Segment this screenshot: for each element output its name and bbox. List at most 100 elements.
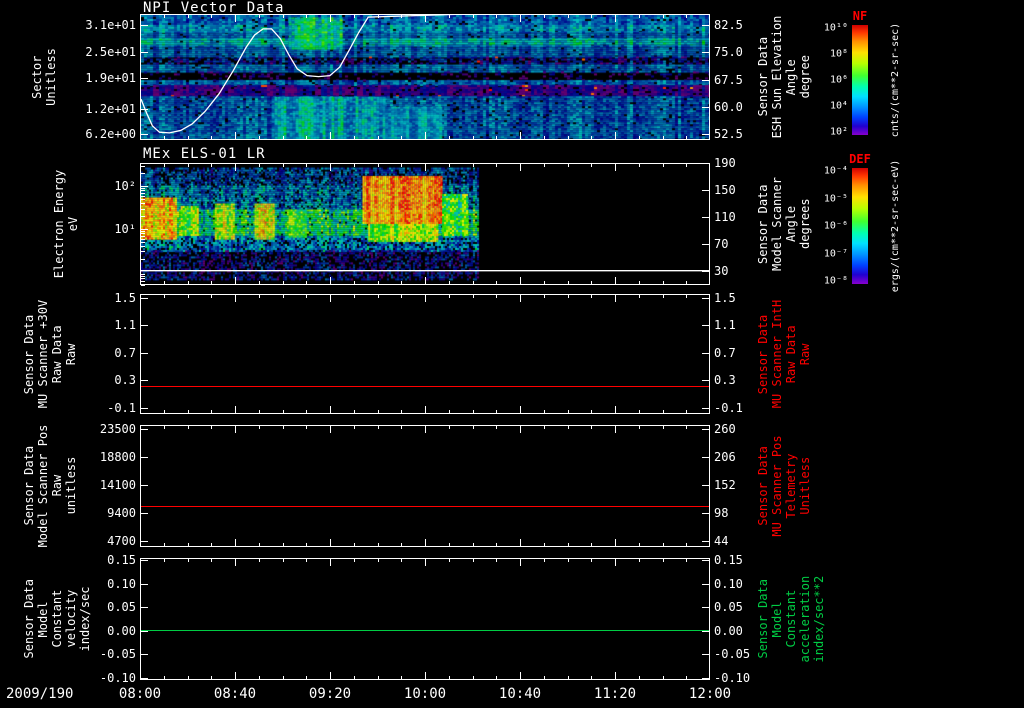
y-tick-mark bbox=[702, 540, 709, 542]
x-tick-mark bbox=[662, 410, 664, 413]
x-tick-mark bbox=[306, 136, 308, 139]
x-tick-mark bbox=[401, 543, 403, 546]
x-tick-mark bbox=[686, 410, 688, 413]
x-tick-mark bbox=[591, 426, 593, 429]
x-tick-mark bbox=[448, 543, 450, 546]
colorbar-def-gradient bbox=[852, 168, 868, 284]
esh-sun-elevation-overlay-line bbox=[141, 15, 456, 134]
x-tick-mark bbox=[401, 281, 403, 284]
x-tick-mark bbox=[543, 281, 545, 284]
x-tick-mark bbox=[306, 559, 308, 562]
x-tick-mark bbox=[258, 543, 260, 546]
x-tick-mark bbox=[306, 295, 308, 298]
x-tick-mark bbox=[425, 277, 426, 284]
scanner-angle-overlay-line bbox=[141, 270, 709, 272]
x-tick-mark bbox=[211, 543, 213, 546]
x-tick-mark bbox=[425, 406, 426, 413]
x-tick-mark bbox=[686, 164, 688, 167]
y-tick-mark bbox=[702, 456, 709, 458]
x-tick-mark bbox=[472, 136, 474, 139]
y-minor-tick-mark bbox=[141, 275, 145, 277]
x-tick-mark bbox=[567, 281, 569, 284]
x-tick-mark bbox=[425, 164, 426, 171]
y-tick-label: 110 bbox=[714, 210, 736, 225]
x-tick-mark bbox=[567, 410, 569, 413]
x-tick-mark bbox=[520, 672, 521, 679]
x-tick-mark bbox=[211, 410, 213, 413]
y-tick-label: -0.10 bbox=[99, 670, 136, 685]
y-tick-label: 1.1 bbox=[114, 318, 136, 333]
x-tick-mark bbox=[330, 132, 331, 139]
x-tick-mark bbox=[187, 676, 189, 679]
y-tick-label: -0.05 bbox=[714, 647, 751, 662]
x-tick-mark bbox=[235, 672, 236, 679]
x-tick-mark bbox=[163, 15, 165, 18]
x-tick-mark bbox=[520, 164, 521, 171]
y-tick-label: 0.00 bbox=[107, 623, 136, 638]
y-minor-tick-mark bbox=[141, 216, 145, 218]
x-tick-mark bbox=[425, 15, 426, 22]
y-minor-tick-mark bbox=[141, 173, 145, 175]
x-tick-mark bbox=[448, 164, 450, 167]
x-tick-mark bbox=[662, 164, 664, 167]
y-tick-mark bbox=[702, 677, 709, 679]
x-tick-mark bbox=[448, 15, 450, 18]
x-tick-mark bbox=[472, 15, 474, 18]
plot-panel-2 bbox=[140, 163, 710, 285]
x-tick-mark bbox=[520, 406, 521, 413]
x-tick-mark bbox=[353, 410, 355, 413]
axis-title-model-constant-velocity: Sensor Data Model Constant velocity inde… bbox=[22, 579, 92, 659]
x-tick-mark bbox=[472, 676, 474, 679]
x-tick-mark bbox=[638, 281, 640, 284]
x-tick-mark bbox=[520, 295, 521, 302]
x-tick-mark bbox=[235, 15, 236, 22]
y-tick-mark bbox=[141, 583, 148, 585]
x-tick-mark bbox=[258, 410, 260, 413]
x-tick-mark bbox=[163, 559, 165, 562]
x-tick-mark bbox=[448, 676, 450, 679]
x-tick-mark bbox=[163, 295, 165, 298]
x-tick-mark bbox=[211, 164, 213, 167]
x-tick-mark bbox=[235, 559, 236, 566]
y-tick-mark bbox=[141, 630, 148, 632]
x-tick-mark bbox=[686, 676, 688, 679]
colorbar-tick-label: 10⁻⁵ bbox=[823, 193, 848, 204]
x-tick-mark bbox=[187, 15, 189, 18]
x-tick-mark bbox=[330, 164, 331, 171]
x-tick-mark bbox=[211, 676, 213, 679]
y-tick-label: 0.00 bbox=[714, 623, 743, 638]
x-tick-mark bbox=[686, 559, 688, 562]
x-tick-mark bbox=[377, 676, 379, 679]
x-tick-mark bbox=[401, 15, 403, 18]
x-tick-mark bbox=[567, 136, 569, 139]
y-minor-tick-mark bbox=[141, 258, 145, 260]
x-tick-mark bbox=[591, 543, 593, 546]
y-tick-mark bbox=[141, 560, 148, 562]
y-tick-label: 0.10 bbox=[714, 576, 743, 591]
x-tick-mark bbox=[377, 15, 379, 18]
x-tick-mark bbox=[662, 543, 664, 546]
x-tick-mark bbox=[591, 676, 593, 679]
x-tick-mark bbox=[258, 164, 260, 167]
x-tick-mark bbox=[401, 676, 403, 679]
x-tick-mark bbox=[567, 164, 569, 167]
y-tick-label: 98 bbox=[714, 505, 729, 520]
y-tick-label: 67.5 bbox=[714, 72, 743, 87]
x-tick-mark bbox=[187, 164, 189, 167]
x-tick-mark bbox=[330, 295, 331, 302]
colorbar-tick-label: 10¹⁰ bbox=[823, 22, 848, 34]
x-tick-mark bbox=[543, 543, 545, 546]
x-tick-mark bbox=[520, 132, 521, 139]
x-tick-mark bbox=[472, 426, 474, 429]
plot-panel-3 bbox=[140, 294, 710, 414]
x-tick-mark bbox=[211, 295, 213, 298]
y-tick-label: 44 bbox=[714, 533, 729, 548]
y-tick-label: 0.10 bbox=[107, 576, 136, 591]
x-tick-mark bbox=[187, 410, 189, 413]
y-tick-label: 0.7 bbox=[114, 345, 136, 360]
axis-title-mu-scanner-30v: Sensor Data MU Scanner +30V Raw Data Raw bbox=[22, 299, 78, 409]
x-tick-mark bbox=[163, 136, 165, 139]
y-tick-mark bbox=[702, 352, 709, 354]
x-tick-mark bbox=[306, 426, 308, 429]
x-tick-mark bbox=[472, 543, 474, 546]
